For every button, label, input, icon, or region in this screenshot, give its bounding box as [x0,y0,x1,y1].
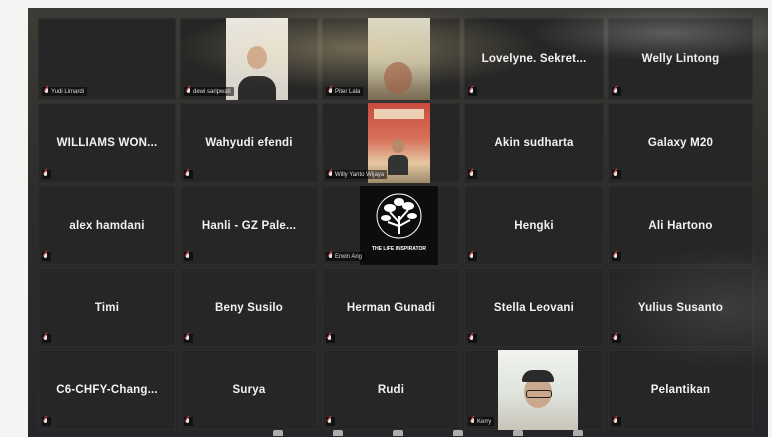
participant-tile[interactable]: dewi saripwati [180,18,318,100]
participants-icon[interactable] [333,430,343,436]
participant-name: Ali Hartono [648,219,713,232]
muted-mic-icon [326,417,335,426]
participant-tile[interactable]: Kerry [464,350,604,430]
participant-tile[interactable]: C6-CHFY-Chang... [38,350,176,430]
participant-label: Yudi Limardi [42,87,88,96]
muted-mic-icon [42,334,51,343]
participant-tile[interactable]: Herman Gunadi [322,268,460,347]
logo-caption: THE LIFE INSPIRATOR [372,246,426,252]
zoom-gallery-view: Yudi Limardi dewi saripwati Piter Lala Love… [28,8,768,437]
muted-mic-icon [612,252,621,261]
muted-mic-icon [186,88,191,95]
muted-mic-icon [612,87,621,96]
participant-name: Hengki [514,219,554,232]
participant-name: Surya [232,384,266,396]
muted-mic-icon [184,170,193,179]
muted-mic-icon [612,334,621,343]
participant-name: Stella Leovani [493,301,575,314]
participant-tile[interactable]: Pelantikan [608,350,753,430]
participant-tile[interactable]: Stella Leovani [464,268,604,347]
participant-name: Pelantikan [650,384,711,396]
participant-tile[interactable]: Welly Lintong [608,18,753,100]
muted-mic-icon [612,417,621,426]
participant-video [226,18,288,100]
participant-tile[interactable]: Ali Hartono [608,186,753,265]
participant-label-text: Willy Yanto Wijaya [335,171,385,178]
muted-mic-icon [328,253,333,260]
participant-tile[interactable]: Surya [180,350,318,430]
participant-video [498,350,578,430]
participant-label: dewi saripwati [184,87,234,96]
participant-tile[interactable]: Piter Lala [322,18,460,100]
participant-tile[interactable]: Hanli - GZ Pale... [180,186,318,265]
participant-face [392,139,404,153]
reactions-icon[interactable] [573,430,583,436]
participant-tile[interactable]: Beny Susilo [180,268,318,347]
muted-mic-icon [328,171,333,178]
participant-name: Welly Lintong [641,53,720,65]
participant-tile[interactable]: Hengki [464,186,604,265]
participant-tile[interactable]: Yulius Susanto [608,268,753,347]
participant-name: Rudi [377,384,405,396]
participant-tile[interactable]: Timi [38,268,176,347]
participant-tile[interactable]: WILLIAMS WON... [38,103,176,183]
participant-face [384,62,412,95]
muted-mic-icon [470,418,475,425]
muted-mic-icon [468,170,477,179]
muted-mic-icon [42,170,51,179]
muted-mic-icon [468,252,477,261]
unmute-icon[interactable] [273,430,283,436]
meeting-toolbar [248,429,608,437]
muted-mic-icon [328,88,333,95]
participant-label-text: dewi saripwati [193,88,231,95]
record-icon[interactable] [513,430,523,436]
tree-logo-icon [376,193,422,239]
participant-label: Willy Yanto Wijaya [326,170,388,179]
participant-tile[interactable]: Galaxy M20 [608,103,753,183]
participant-tile[interactable]: Rudi [322,350,460,430]
muted-mic-icon [184,417,193,426]
participant-face [247,46,267,69]
participant-name: Hanli - GZ Pale... [201,219,297,232]
participant-tile[interactable]: Yudi Limardi [38,18,176,100]
participant-label-text: Yudi Limardi [51,88,85,95]
participant-tile[interactable]: Willy Yanto Wijaya [322,103,460,183]
participant-name: C6-CHFY-Chang... [56,384,158,396]
participant-tile[interactable]: Akin sudharta [464,103,604,183]
participant-name: WILLIAMS WON... [56,137,158,149]
muted-mic-icon [44,88,49,95]
participant-label: Piter Lala [326,87,364,96]
participant-video: THE LIFE INSPIRATOR [360,186,438,265]
participant-name: Akin sudharta [494,137,574,149]
participant-label-text: Kerry [477,418,492,425]
participant-label-text: Erwin Ang [335,253,363,260]
participant-name: Yulius Susanto [637,301,724,314]
participant-tile[interactable]: alex hamdani [38,186,176,265]
muted-mic-icon [612,170,621,179]
participant-name: Lovelyne. Sekret... [481,53,587,65]
muted-mic-icon [42,417,51,426]
muted-mic-icon [184,334,193,343]
share-screen-icon[interactable] [453,430,463,436]
participant-name: Wahyudi efendi [205,137,293,149]
participant-name: alex hamdani [69,219,145,232]
muted-mic-icon [468,87,477,96]
participant-name: Herman Gunadi [346,301,436,314]
participant-tile[interactable]: Lovelyne. Sekret... [464,18,604,100]
muted-mic-icon [42,252,51,261]
participant-label: Kerry [468,417,495,426]
participant-video [368,18,430,100]
muted-mic-icon [184,252,193,261]
chat-icon[interactable] [393,430,403,436]
participant-tile[interactable]: THE LIFE INSPIRATOR Erwin Ang [322,186,460,265]
participant-name: Timi [94,301,120,314]
participant-label: Erwin Ang [326,252,366,261]
participant-name: Galaxy M20 [647,137,714,149]
muted-mic-icon [468,334,477,343]
participant-name: Beny Susilo [214,301,284,314]
participant-tile[interactable]: Wahyudi efendi [180,103,318,183]
participant-label-text: Piter Lala [335,88,361,95]
muted-mic-icon [326,334,335,343]
